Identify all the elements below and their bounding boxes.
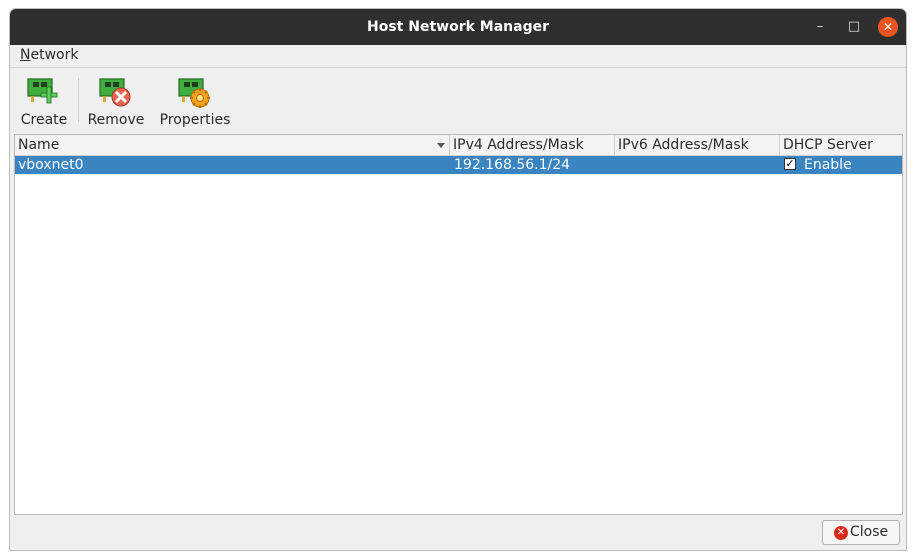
window-close-button[interactable]: ✕ [878, 17, 898, 37]
table-row[interactable]: vboxnet0 192.168.56.1/24 ✓ Enable [15, 156, 902, 174]
network-properties-icon [178, 78, 210, 108]
maximize-button[interactable]: □ [844, 17, 864, 37]
dhcp-enable-checkbox[interactable]: ✓ [784, 158, 796, 170]
menu-bar: Network [10, 45, 906, 68]
cell-name: vboxnet0 [18, 157, 84, 173]
network-remove-icon [99, 78, 131, 107]
create-label: Create [20, 112, 68, 128]
network-add-icon [27, 78, 58, 104]
menu-network[interactable]: Network [20, 47, 78, 63]
column-header-ipv4[interactable]: IPv4 Address/Mask [450, 135, 615, 155]
minimize-button[interactable]: – [810, 17, 830, 37]
column-header-dhcp[interactable]: DHCP Server [780, 135, 902, 155]
sort-indicator-icon [437, 143, 445, 148]
toolbar-separator [78, 78, 79, 122]
column-header-name[interactable]: Name [15, 135, 450, 155]
table-header: Name IPv4 Address/Mask IPv6 Address/Mask… [15, 135, 902, 156]
network-table[interactable]: Name IPv4 Address/Mask IPv6 Address/Mask… [14, 134, 903, 515]
column-header-ipv6[interactable]: IPv6 Address/Mask [615, 135, 780, 155]
toolbar: Create Remove Properties [10, 68, 906, 131]
window-title: Host Network Manager [367, 19, 549, 35]
remove-label: Remove [87, 112, 145, 128]
properties-label: Properties [159, 112, 231, 128]
title-bar[interactable]: Host Network Manager – □ ✕ [10, 9, 906, 45]
cell-ipv4: 192.168.56.1/24 [454, 157, 571, 173]
remove-button[interactable]: Remove [86, 72, 146, 128]
host-network-manager-window: Host Network Manager – □ ✕ Network Creat… [10, 9, 906, 550]
menu-network-mnemonic: N [20, 47, 31, 63]
dhcp-enable-label: Enable [804, 157, 852, 173]
properties-button[interactable]: Properties [156, 72, 234, 128]
create-button[interactable]: Create [16, 72, 72, 128]
close-label: Close [850, 524, 889, 540]
close-icon: ✕ [834, 526, 848, 540]
close-button[interactable]: ✕ Close [822, 520, 900, 545]
menu-network-label: etwork [30, 47, 79, 63]
